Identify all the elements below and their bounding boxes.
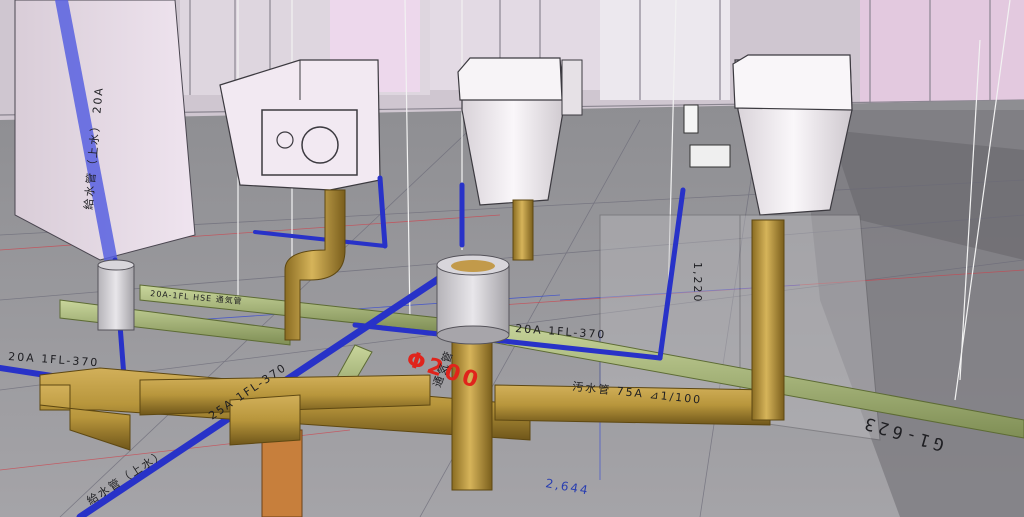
- label-height-mark: 1,220: [691, 262, 704, 304]
- cistern-tank: [219, 59, 381, 191]
- floor-drain-sleeve: [436, 254, 510, 345]
- riser-sleeve-left: [97, 264, 135, 331]
- bim-plumbing-scene: 給水管（上水） 20A 給水管（上水） 20A 1FL-370 20A 1FL-…: [0, 0, 1024, 517]
- wall-panel-left: [14, 0, 196, 264]
